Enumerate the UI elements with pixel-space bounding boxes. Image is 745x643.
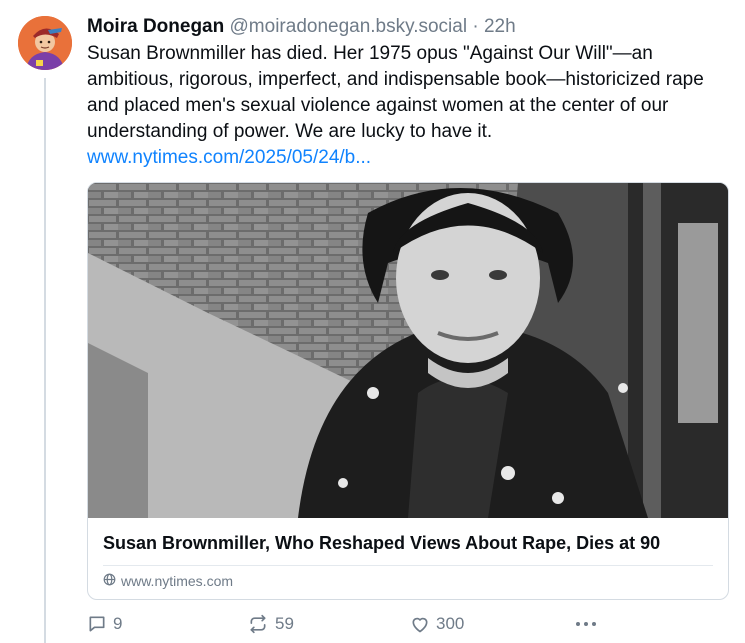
separator-dot: · [472, 16, 479, 37]
card-domain-text: www.nytimes.com [121, 573, 234, 589]
speech-bubble-icon [87, 614, 107, 634]
repost-button[interactable]: 59 [247, 614, 294, 634]
card-image [88, 183, 728, 518]
post-timestamp[interactable]: 22h [484, 16, 516, 37]
more-dots-icon [574, 614, 598, 634]
post-link[interactable]: www.nytimes.com/2025/05/24/b... [87, 145, 732, 171]
repost-arrows-icon [247, 614, 269, 634]
card-domain: www.nytimes.com [103, 573, 713, 589]
card-divider [103, 565, 713, 566]
author-name[interactable]: Moira Donegan [87, 16, 224, 37]
reply-count: 9 [113, 614, 123, 633]
like-count: 300 [436, 614, 465, 633]
like-button[interactable]: 300 [410, 614, 464, 634]
avatar[interactable] [18, 16, 72, 70]
author-handle[interactable]: @moiradonegan.bsky.social [230, 16, 468, 37]
post[interactable]: Moira Donegan @moiradonegan.bsky.social … [87, 14, 732, 634]
link-card[interactable]: Susan Brownmiller, Who Reshaped Views Ab… [87, 182, 729, 600]
reply-button[interactable]: 9 [87, 614, 122, 634]
avatar-illustration [18, 16, 72, 70]
heart-icon [410, 614, 430, 634]
globe-icon [103, 573, 116, 589]
thread-line [44, 78, 46, 643]
post-header: Moira Donegan @moiradonegan.bsky.social … [87, 14, 732, 40]
post-actions: 9 59 300 [87, 614, 647, 638]
card-title[interactable]: Susan Brownmiller, Who Reshaped Views Ab… [103, 531, 713, 555]
repost-count: 59 [275, 614, 294, 633]
more-options-button[interactable] [574, 614, 598, 634]
post-text: Susan Brownmiller has died. Her 1975 opu… [87, 43, 704, 142]
